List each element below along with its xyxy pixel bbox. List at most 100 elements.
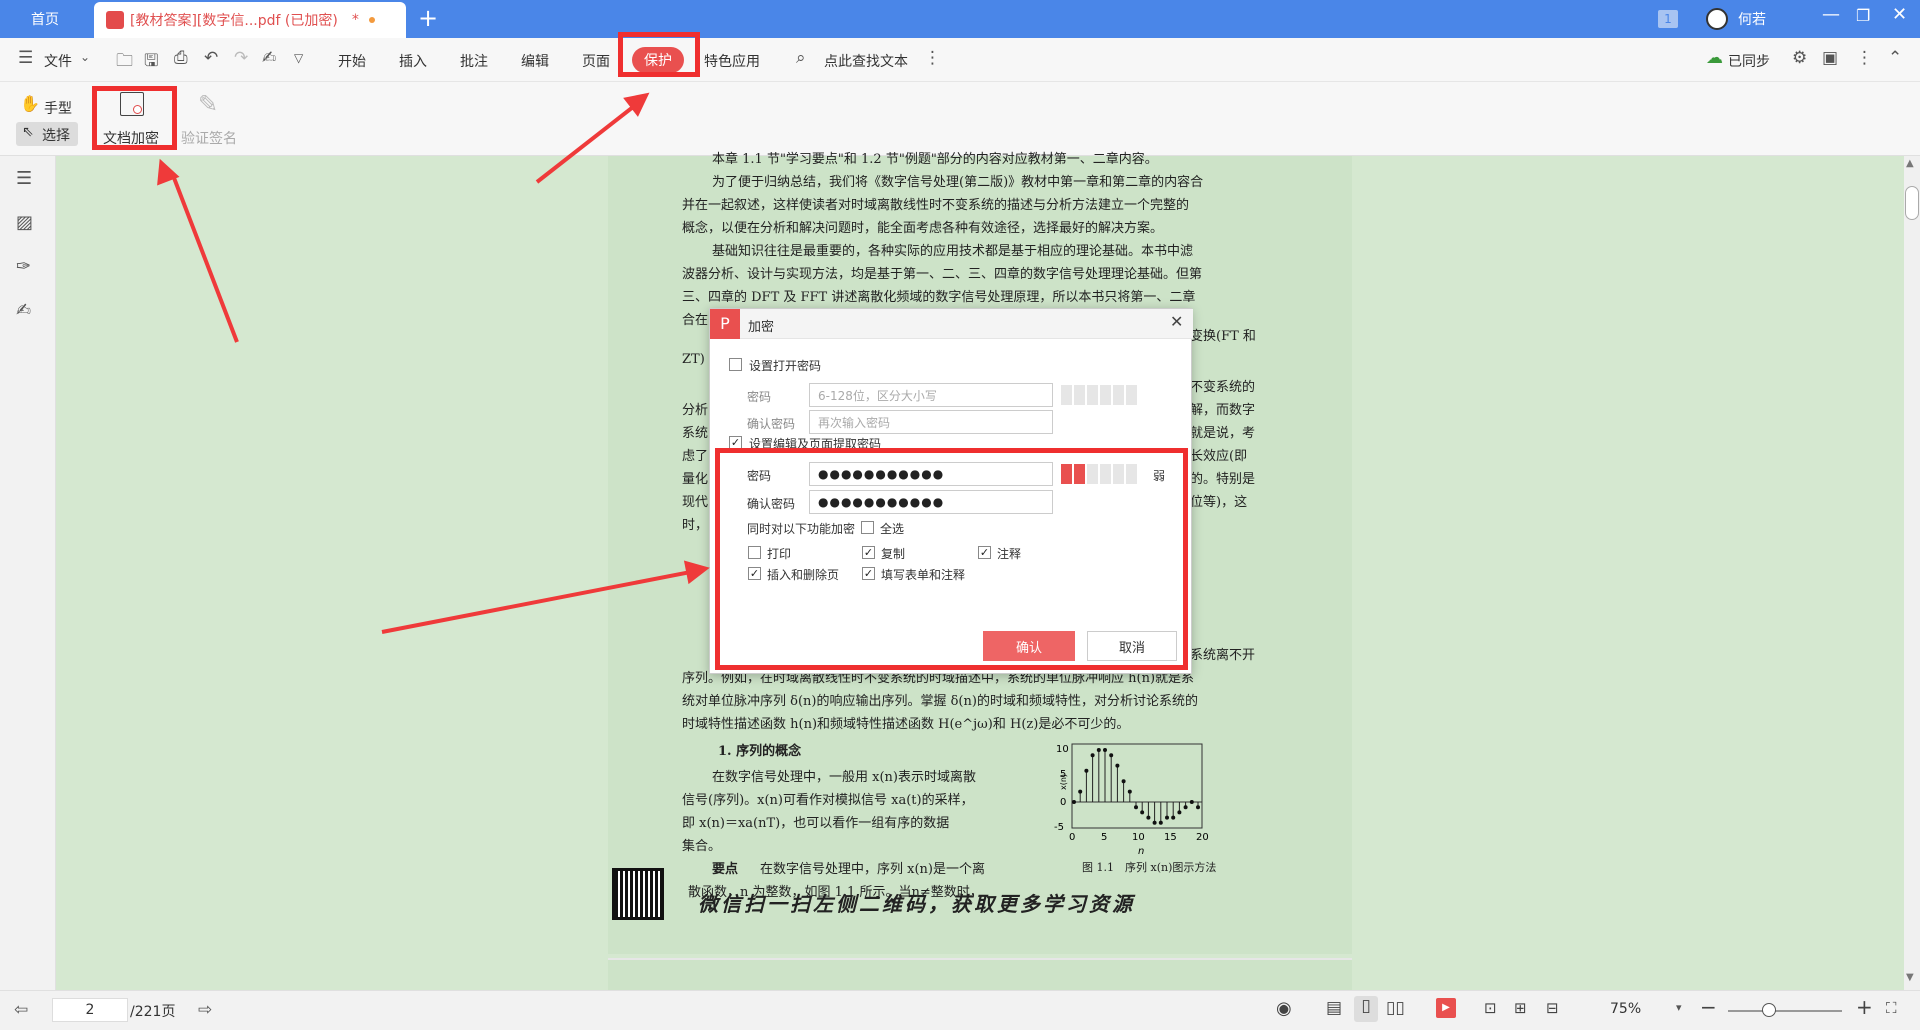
doc-fragment: 变换(FT 和 — [1190, 329, 1256, 344]
doc-fragment: 现代 — [682, 495, 709, 510]
sync-status[interactable]: 已同步 — [1728, 51, 1770, 71]
ribbon: ✋ 手型 ⇖ 选择 文档加密 ✎ 验证签名 — [0, 82, 1920, 156]
minimize-icon[interactable]: — — [1822, 4, 1840, 25]
open-password-checkbox[interactable] — [729, 358, 742, 371]
stem-point — [1165, 815, 1169, 820]
open-confirm-label: 确认密码 — [747, 417, 796, 431]
select-tool[interactable]: ⇖ 选择 — [16, 122, 78, 146]
cloud-sync-icon[interactable]: ☁ — [1706, 48, 1723, 68]
search-icon[interactable]: ⌕ — [796, 48, 806, 68]
annotation-arrow-encrypt — [172, 176, 239, 343]
doc-line: 合在 — [682, 313, 709, 328]
menu-annotate[interactable]: 批注 — [460, 51, 488, 71]
hand-tool-label[interactable]: 手型 — [44, 98, 72, 118]
open-password-input[interactable]: 6-128位，区分大小写 — [809, 383, 1053, 407]
menu-edit[interactable]: 编辑 — [521, 51, 549, 71]
collapse-ribbon-icon[interactable]: ⌃ — [1888, 48, 1902, 68]
menu-start[interactable]: 开始 — [338, 51, 366, 71]
fit-page-icon[interactable]: ⊞ — [1514, 999, 1527, 1017]
prev-page-icon[interactable]: ⇦ — [14, 1000, 28, 1020]
zoom-out-icon[interactable]: − — [1700, 995, 1717, 1019]
doc-fragment: 系统 — [682, 426, 709, 441]
fig-xtick: 20 — [1196, 832, 1209, 843]
menu-special[interactable]: 特色应用 — [704, 51, 760, 71]
avatar[interactable] — [1706, 8, 1728, 30]
verify-signature-icon[interactable]: ✎ — [198, 90, 218, 118]
verify-signature-button[interactable]: 验证签名 — [181, 128, 237, 148]
more-menu-icon[interactable]: ⋮ — [1856, 48, 1873, 68]
window-count-badge[interactable]: 1 — [1658, 10, 1678, 28]
more-chevron-icon[interactable]: ▽ — [294, 51, 303, 65]
doc-fragment: 分析 — [682, 403, 709, 418]
continuous-page-icon[interactable]: ▤ — [1326, 998, 1342, 1018]
signature-panel-icon[interactable]: ✍ — [16, 300, 31, 321]
zoom-slider-handle[interactable] — [1762, 1003, 1776, 1017]
eye-protect-icon[interactable]: ◉ — [1276, 998, 1292, 1019]
open-confirm-input[interactable]: 再次输入密码 — [809, 410, 1053, 434]
stem-point — [1072, 800, 1076, 804]
single-page-icon[interactable]: ▯ — [1354, 996, 1378, 1022]
gear-icon[interactable]: ⚙ — [1792, 48, 1807, 68]
stem-point — [1177, 810, 1182, 815]
feedback-icon[interactable]: ▣ — [1822, 48, 1838, 68]
next-page-icon[interactable]: ⇨ — [198, 1000, 212, 1020]
vertical-scrollbar[interactable]: ▲ ▼ — [1904, 156, 1920, 990]
tab-document[interactable]: [教材答案][数字信...pdf (已加密) * — [94, 2, 406, 38]
zoom-level[interactable]: 75% — [1610, 1001, 1641, 1017]
app-logo-icon: P — [710, 309, 740, 339]
scroll-up-icon[interactable]: ▲ — [1906, 158, 1914, 169]
doc-fragment: ZT) — [682, 352, 705, 367]
new-tab-button[interactable]: + — [418, 4, 438, 32]
redo-icon[interactable]: ↷ — [234, 48, 248, 68]
menu-file[interactable]: 文件 — [44, 51, 72, 71]
two-page-icon[interactable]: ▯▯ — [1386, 998, 1405, 1018]
section-heading: 1. 序列的概念 — [718, 744, 802, 759]
maximize-icon[interactable]: ❐ — [1856, 6, 1870, 25]
stem-point — [1152, 820, 1157, 825]
scrollbar-thumb[interactable] — [1905, 186, 1919, 220]
zoom-slider[interactable] — [1728, 1010, 1842, 1012]
doc-line: 统对单位脉冲序列 δ(n)的响应输出序列。掌握 δ(n)的时域和频域特性，对分析… — [682, 694, 1198, 709]
hand-tool-icon[interactable]: ✋ — [20, 94, 40, 113]
fig-xtick: 10 — [1132, 832, 1145, 843]
stem-point — [1103, 748, 1107, 752]
open-folder-icon[interactable]: 🗀 — [116, 48, 133, 77]
stem-point — [1158, 820, 1163, 825]
doc-line: 并在一起叙述，这样使读者对时域离散线性时不变系统的描述与分析方法建立一个完整的 — [682, 198, 1190, 213]
actual-size-icon[interactable]: ⊡ — [1484, 999, 1497, 1017]
scroll-down-icon[interactable]: ▼ — [1906, 972, 1914, 983]
tab-document-label: [教材答案][数字信...pdf (已加密) — [130, 13, 338, 29]
menu-insert[interactable]: 插入 — [399, 51, 427, 71]
print-icon[interactable]: ⎙ — [174, 48, 188, 68]
footer-banner: 微信扫一扫左侧二维码，获取更多学习资源 — [698, 892, 1135, 916]
hamburger-icon[interactable]: ☰ — [18, 48, 33, 68]
sign-icon[interactable]: ✍ — [262, 48, 276, 68]
search-text[interactable]: 点此查找文本 — [824, 51, 908, 71]
undo-icon[interactable]: ↶ — [204, 48, 218, 68]
outline-icon[interactable]: ☰ — [16, 168, 32, 189]
qr-code — [612, 868, 664, 920]
zoom-in-icon[interactable]: + — [1856, 995, 1873, 1019]
doc-line: 波器分析、设计与实现方法，均是基于第一、二、三、四章的数字信号处理理论基础。但第 — [682, 267, 1203, 282]
more-vertical-icon[interactable]: ⋮ — [924, 48, 941, 68]
doc-fragment: 长效应(即 — [1190, 449, 1248, 464]
figure-caption: 图 1.1 序列 x(n)图示方法 — [1082, 861, 1217, 874]
save-icon[interactable]: 🖫 — [144, 48, 158, 77]
close-window-icon[interactable]: ✕ — [1892, 4, 1907, 25]
annotation-icon[interactable]: ✑ — [16, 256, 31, 277]
fullscreen-icon[interactable]: ⛶ — [1886, 999, 1897, 1017]
tab-home[interactable]: 首页 — [0, 0, 90, 38]
page-number-input[interactable]: 2 — [52, 998, 128, 1022]
menu-page[interactable]: 页面 — [582, 51, 610, 71]
left-sidebar: ☰ ▨ ✑ ✍ — [0, 156, 56, 990]
next-page-preview — [608, 958, 1352, 990]
thumbnail-icon[interactable]: ▨ — [16, 212, 33, 233]
user-name[interactable]: 何若 — [1738, 9, 1766, 29]
play-slideshow-icon[interactable]: ▶ — [1436, 998, 1456, 1018]
menu-bar: ☰ 文件 ⌄ 🗀 🖫 ⎙ ↶ ↷ ✍ ▽ 开始 插入 批注 编辑 页面 保护 特… — [0, 32, 1920, 82]
stem-point — [1146, 815, 1151, 820]
close-icon[interactable]: ✕ — [1170, 312, 1183, 331]
chevron-down-icon[interactable]: ⌄ — [80, 50, 90, 64]
zoom-dropdown-icon[interactable]: ▾ — [1676, 1001, 1682, 1014]
fit-width-icon[interactable]: ⊟ — [1546, 999, 1559, 1017]
